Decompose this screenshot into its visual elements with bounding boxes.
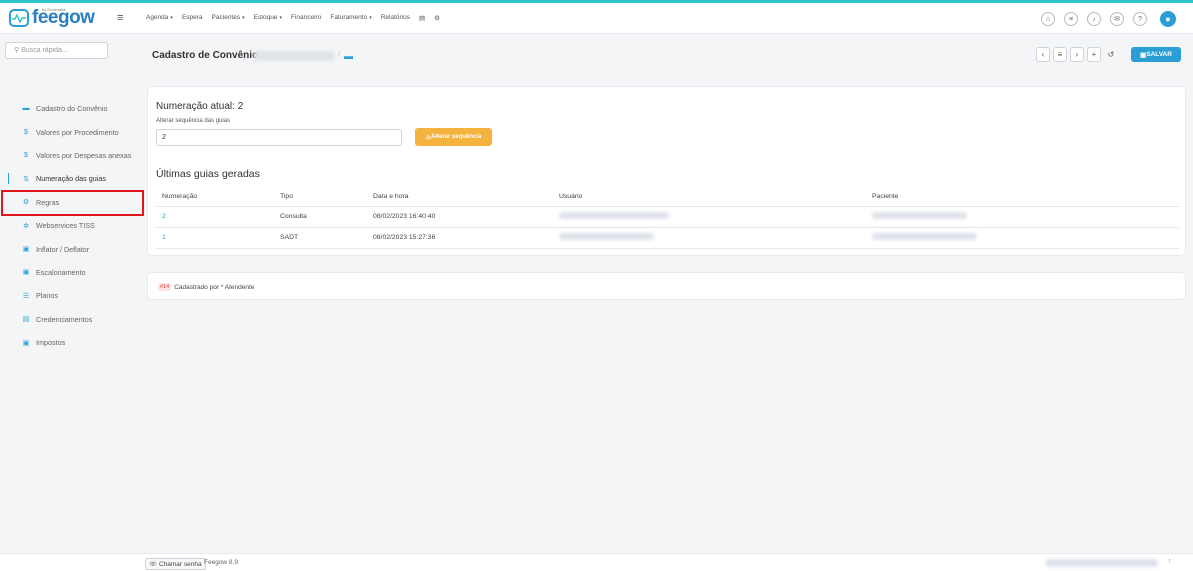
cadastrado-por: #14 Cadastrado por * Atendente	[158, 283, 254, 291]
quick-search-input[interactable]: ⚲ Busca rápida...	[5, 42, 108, 59]
headset-icon: ☏	[149, 561, 159, 568]
table-row: 1 SADT 08/02/2023 15:27:36	[156, 227, 1179, 249]
col-usuario: Usuário	[553, 187, 866, 207]
guia-usuario	[553, 227, 866, 249]
sidebar-item-valores-procedimento[interactable]: $ Valores por Procedimento	[0, 120, 146, 143]
redacted-paciente	[872, 233, 977, 240]
nav-pacientes[interactable]: Pacientes ▾	[212, 14, 245, 22]
version-text: Feegow 8.9	[204, 559, 238, 566]
col-paciente: Paciente	[866, 187, 1179, 207]
list-icon[interactable]: ≡	[1053, 47, 1067, 62]
alterar-sequencia-label: Alterar sequência das guias	[156, 118, 231, 124]
inbox-icon[interactable]: ⌂	[1041, 12, 1055, 26]
list-icon[interactable]: ≡	[1064, 12, 1078, 26]
scroll-up-icon[interactable]: ↑	[1168, 558, 1172, 565]
top-icons: ⌂ ≡ ♪ ✉ ?	[1041, 12, 1147, 26]
nav-agenda[interactable]: Agenda ▾	[146, 14, 173, 22]
sidebar-item-numeracao[interactable]: ⇅ Numeração das guias	[0, 167, 146, 190]
cash-icon: ▣	[22, 269, 30, 277]
guia-paciente	[866, 206, 1179, 228]
save-button[interactable]: ▣ SALVAR	[1131, 47, 1181, 62]
help-icon[interactable]: ?	[1133, 12, 1147, 26]
col-data-hora: Data e hora	[367, 187, 553, 207]
top-navbar: feegow by Doctoralia ≡ Agenda ▾ Espera Pa…	[0, 3, 1193, 34]
cash-icon: ▣	[22, 339, 30, 347]
alterar-sequencia-button[interactable]: ⚠ Alterar sequência	[415, 128, 492, 146]
sort-icon: ⇅	[23, 175, 29, 183]
nav-estoque[interactable]: Estoque ▾	[254, 14, 282, 22]
redacted-convenio-name	[254, 51, 334, 61]
previous-icon[interactable]: ‹	[1036, 47, 1050, 62]
cash-icon: ▣	[22, 246, 30, 254]
guias-table: Numeração Tipo Data e hora Usuário Pacie…	[156, 187, 1179, 249]
record-id-badge: #14	[158, 283, 172, 291]
nav-espera[interactable]: Espera	[182, 14, 203, 22]
numeracao-atual-title: Numeração atual: 2	[156, 101, 244, 112]
sidebar-menu: ▬ Cadastro do Convênio $ Valores por Proce…	[0, 97, 146, 354]
page-title: Cadastro de Convênio	[152, 50, 259, 61]
nav-financeiro[interactable]: Financeiro	[291, 14, 321, 22]
col-numeracao: Numeração	[156, 187, 274, 207]
bell-icon[interactable]: ♪	[1087, 12, 1101, 26]
footer: ☏ Chamar senha Feegow 8.9 ↑	[0, 553, 1193, 571]
card-icon: ▬	[22, 105, 30, 113]
sidebar-item-cadastro[interactable]: ▬ Cadastro do Convênio	[0, 97, 146, 120]
guia-tipo: SADT	[274, 227, 367, 249]
table-row: 2 Consulta 08/02/2023 16:40:40	[156, 206, 1179, 228]
cadastrado-por-text: Cadastrado por * Atendente	[174, 283, 255, 291]
sidebar-item-credenciamentos[interactable]: ▤ Credenciamentos	[0, 308, 146, 331]
history-icon[interactable]: ↺	[1104, 47, 1118, 62]
hamburger-menu-icon[interactable]: ≡	[117, 12, 123, 24]
guia-numero-link[interactable]: 1	[156, 227, 274, 249]
dollar-icon: $	[24, 151, 28, 159]
guia-data: 08/02/2023 15:27:36	[367, 227, 553, 249]
sidebar-item-planos[interactable]: ☰ Planos	[0, 284, 146, 307]
document-icon: ▤	[22, 316, 30, 324]
chat-icon[interactable]: ✉	[1110, 12, 1124, 26]
cadastro-info-card: #14 Cadastrado por * Atendente	[147, 272, 1186, 300]
breadcrumb-separator: /	[338, 50, 341, 59]
guia-usuario	[553, 206, 866, 228]
list-icon: ☰	[22, 292, 30, 300]
redacted-paciente	[872, 212, 967, 219]
sidebar-item-escalonamento[interactable]: ▣ Escalonamento	[0, 261, 146, 284]
redacted-usuario	[559, 212, 669, 219]
logo-by-text: by Doctoralia	[42, 7, 66, 12]
highlight-box	[1, 190, 144, 216]
sequencia-input[interactable]: 2	[156, 129, 402, 146]
add-icon[interactable]: +	[1087, 47, 1101, 62]
user-avatar[interactable]: ●	[1160, 11, 1176, 27]
settings-icon: ✲	[23, 222, 29, 230]
sidebar-item-inflator[interactable]: ▣ Inflator / Deflator	[0, 237, 146, 260]
col-tipo: Tipo	[274, 187, 367, 207]
redacted-footer-info	[1046, 559, 1158, 567]
feegow-logo[interactable]: feegow by Doctoralia	[9, 7, 95, 27]
toolbar: ‹ ≡ › + ↺	[1036, 47, 1118, 62]
card-icon: ▬	[344, 51, 353, 61]
dollar-icon: $	[24, 128, 28, 136]
nav-relatorios[interactable]: Relatórios	[381, 14, 410, 22]
next-icon[interactable]: ›	[1070, 47, 1084, 62]
redacted-usuario	[559, 233, 654, 240]
guia-numero-link[interactable]: 2	[156, 206, 274, 228]
sidebar-item-valores-despesas[interactable]: $ Valores por Despesas anexas	[0, 144, 146, 167]
guia-tipo: Consulta	[274, 206, 367, 228]
sidebar: ⚲ Busca rápida... ▬ Cadastro do Convênio …	[0, 35, 146, 555]
main-nav: Agenda ▾ Espera Pacientes ▾ Estoque ▾ Finan…	[146, 14, 440, 22]
logo-pulse-icon	[9, 9, 29, 27]
sidebar-item-impostos[interactable]: ▣ Impostos	[0, 331, 146, 354]
chamar-senha-button[interactable]: ☏ Chamar senha	[145, 558, 206, 570]
ultimas-guias-title: Últimas guias geradas	[156, 168, 260, 180]
nav-faturamento[interactable]: Faturamento ▾	[330, 14, 371, 22]
nav-calculator-icon[interactable]: ▤	[419, 14, 425, 22]
nav-settings-icon[interactable]: ⚙	[434, 14, 440, 22]
sidebar-item-webservices[interactable]: ✲ Webservices TISS	[0, 214, 146, 237]
numeracao-card: Numeração atual: 2 Alterar sequência das…	[147, 86, 1186, 256]
table-header-row: Numeração Tipo Data e hora Usuário Pacie…	[156, 187, 1179, 207]
guia-data: 08/02/2023 16:40:40	[367, 206, 553, 228]
guia-paciente	[866, 227, 1179, 249]
